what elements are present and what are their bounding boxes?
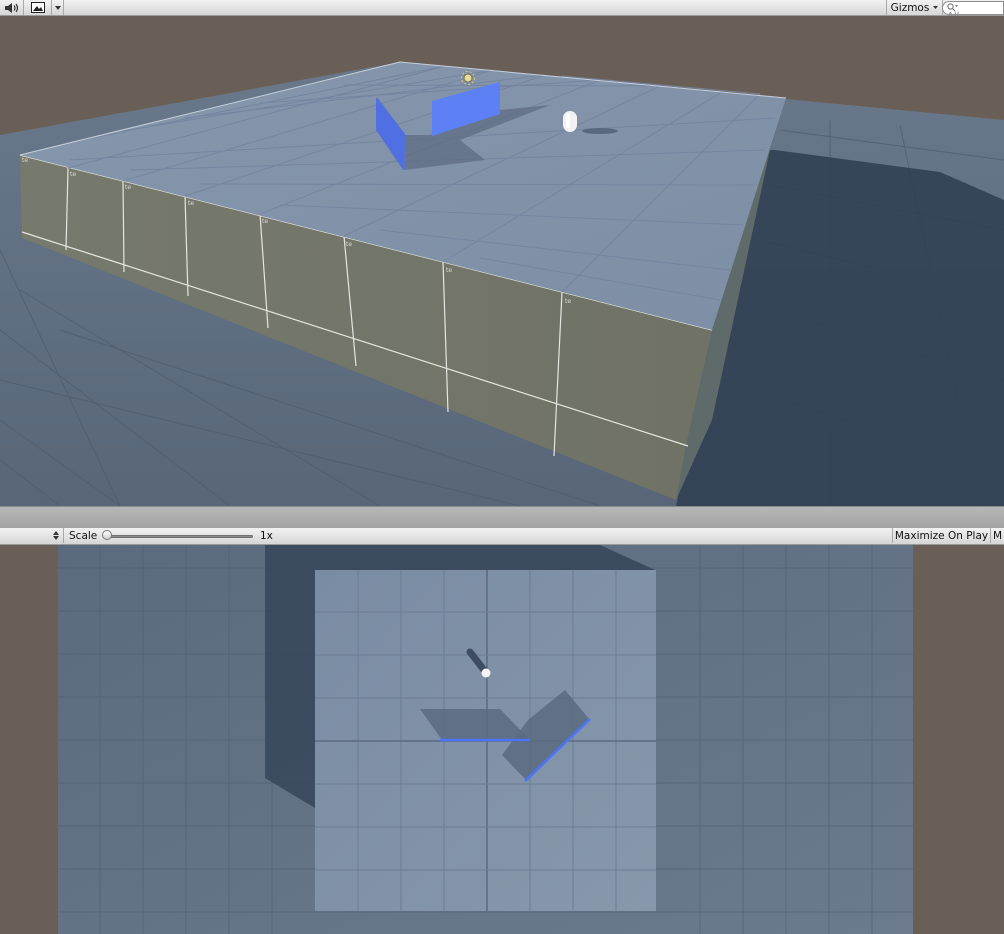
svg-text:te: te: [262, 218, 268, 225]
up-down-arrows-icon: [53, 531, 59, 540]
svg-text:te: te: [70, 171, 76, 178]
game-view[interactable]: [0, 545, 1004, 934]
scene-view[interactable]: te te te te te te te te: [0, 16, 1004, 506]
scale-label: Scale: [69, 530, 98, 542]
svg-text:te: te: [346, 241, 352, 248]
gizmos-dropdown[interactable]: Gizmos: [886, 0, 943, 15]
image-icon: [30, 2, 45, 13]
svg-text:te: te: [446, 267, 452, 274]
svg-text:te: te: [22, 157, 28, 164]
scale-slider-thumb[interactable]: [102, 530, 112, 540]
mute-audio-button[interactable]: M: [991, 528, 1004, 543]
chevron-down-icon: [933, 6, 939, 9]
audio-toggle-button[interactable]: [0, 0, 24, 15]
mute-audio-label: M: [992, 529, 1003, 542]
scale-value: 1x: [260, 530, 273, 542]
chevron-down-icon: [54, 5, 61, 10]
gizmos-label: Gizmos: [890, 1, 930, 14]
svg-text:te: te: [125, 184, 131, 191]
maximize-on-play-button[interactable]: Maximize On Play: [892, 528, 991, 543]
effects-dropdown-button[interactable]: [52, 0, 64, 15]
svg-text:te: te: [565, 298, 571, 305]
panel-divider: [0, 506, 1004, 528]
game-toolbar: Scale 1x Maximize On Play M: [0, 528, 1004, 545]
game-canvas[interactable]: [0, 545, 1004, 934]
maximize-on-play-label: Maximize On Play: [894, 529, 989, 542]
search-input[interactable]: All: [942, 1, 1004, 22]
display-dropdown[interactable]: [0, 528, 64, 543]
svg-text:te: te: [188, 200, 194, 207]
scene-canvas[interactable]: te te te te te te te te: [0, 16, 1004, 506]
scene-toolbar: Gizmos All: [0, 0, 1004, 22]
search-icon: [947, 3, 1003, 12]
scale-slider-track[interactable]: [108, 535, 253, 538]
image-effects-button[interactable]: [24, 0, 52, 15]
speaker-icon: [4, 2, 20, 14]
